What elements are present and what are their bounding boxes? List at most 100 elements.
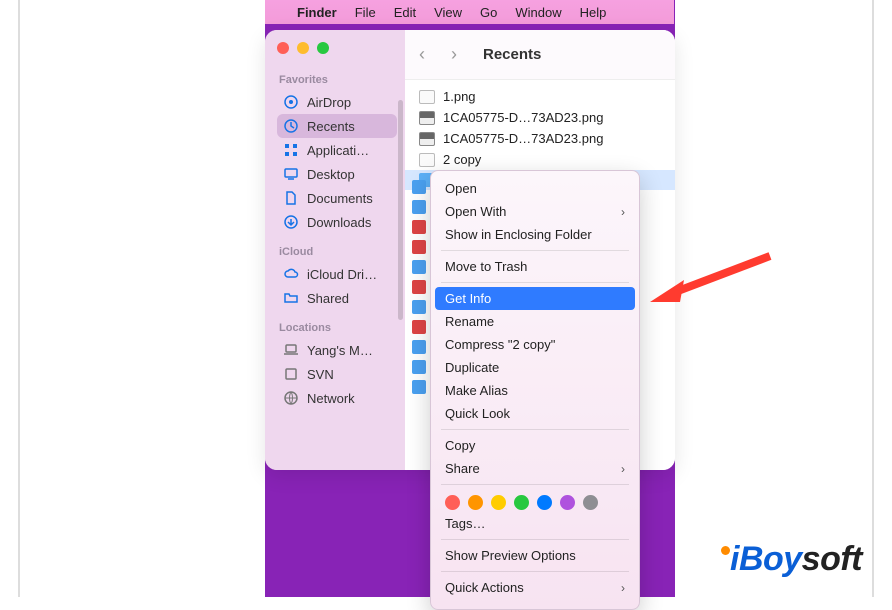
ctx-show-in-enclosing[interactable]: Show in Enclosing Folder [431,223,639,246]
tag-gray[interactable] [583,495,598,510]
fullscreen-button[interactable] [317,42,329,54]
separator [441,484,629,485]
menu-bar: Finder File Edit View Go Window Help [265,0,674,24]
ctx-duplicate[interactable]: Duplicate [431,356,639,379]
ctx-get-info[interactable]: Get Info [435,287,635,310]
doc-icon [283,190,299,206]
nav-back-button[interactable]: ‹ [419,44,437,65]
sidebar-item-label: Yang's M… [307,343,373,358]
tag-green[interactable] [514,495,529,510]
clock-icon [283,118,299,134]
chevron-right-icon: › [621,462,625,476]
file-row[interactable]: 2 copy [405,149,675,170]
ctx-tags[interactable]: Tags… [431,512,639,535]
file-row[interactable]: 1CA05775-D…73AD23.png [405,128,675,149]
sidebar-item-recents[interactable]: Recents [277,114,397,138]
close-button[interactable] [277,42,289,54]
sidebar-section-favorites: Favorites [279,74,397,86]
menu-help[interactable]: Help [580,5,607,20]
tag-purple[interactable] [560,495,575,510]
sidebar-item-svn[interactable]: SVN [277,362,397,386]
sidebar-item-icloud-drive[interactable]: iCloud Dri… [277,262,397,286]
sidebar-scrollbar[interactable] [398,100,403,320]
toolbar: ‹ › Recents [405,30,675,80]
sidebar-item-label: Applicati… [307,143,369,158]
tag-blue[interactable] [537,495,552,510]
file-icon [419,132,435,146]
ctx-compress[interactable]: Compress "2 copy" [431,333,639,356]
file-name: 1CA05775-D…73AD23.png [443,110,603,125]
file-name: 1.png [443,89,476,104]
ctx-open-with[interactable]: Open With› [431,200,639,223]
sidebar-item-network[interactable]: Network [277,386,397,410]
separator [441,571,629,572]
ctx-quick-actions[interactable]: Quick Actions› [431,576,639,599]
sidebar-item-desktop[interactable]: Desktop [277,162,397,186]
nav-forward-button[interactable]: › [451,44,469,65]
file-name: 1CA05775-D…73AD23.png [443,131,603,146]
sidebar-item-label: Desktop [307,167,355,182]
ctx-rename[interactable]: Rename [431,310,639,333]
sidebar-item-downloads[interactable]: Downloads [277,210,397,234]
airdrop-icon [283,94,299,110]
file-name: 2 copy [443,152,481,167]
download-icon [283,214,299,230]
logo-dot-icon [721,546,730,555]
tag-orange[interactable] [468,495,483,510]
window-title: Recents [483,46,541,63]
sidebar-item-label: Recents [307,119,355,134]
app-menu[interactable]: Finder [297,5,337,20]
sidebar-item-applications[interactable]: Applicati… [277,138,397,162]
ctx-open[interactable]: Open [431,177,639,200]
file-row[interactable]: 1CA05775-D…73AD23.png [405,107,675,128]
sidebar-item-label: AirDrop [307,95,351,110]
ctx-tag-colors [431,489,639,512]
tag-yellow[interactable] [491,495,506,510]
ctx-copy[interactable]: Copy [431,434,639,457]
sidebar-item-this-mac[interactable]: Yang's M… [277,338,397,362]
sidebar-section-icloud: iCloud [279,246,397,258]
ctx-move-to-trash[interactable]: Move to Trash [431,255,639,278]
ctx-quick-look[interactable]: Quick Look [431,402,639,425]
tag-red[interactable] [445,495,460,510]
minimize-button[interactable] [297,42,309,54]
sidebar-item-label: Downloads [307,215,371,230]
sidebar-item-label: iCloud Dri… [307,267,377,282]
sidebar-item-label: Network [307,391,355,406]
sidebar: Favorites AirDrop Recents Applicati… Des… [265,30,405,470]
sidebar-item-documents[interactable]: Documents [277,186,397,210]
separator [441,282,629,283]
logo-text: soft [802,540,862,579]
sidebar-section-locations: Locations [279,322,397,334]
chevron-right-icon: › [621,205,625,219]
sidebar-item-shared[interactable]: Shared [277,286,397,310]
sidebar-item-label: Documents [307,191,373,206]
folder-icon [283,290,299,306]
context-menu: Open Open With› Show in Enclosing Folder… [430,170,640,610]
logo-text: i [730,540,739,579]
separator [441,429,629,430]
separator [441,539,629,540]
ctx-share[interactable]: Share› [431,457,639,480]
file-icon [419,153,435,167]
sidebar-item-label: Shared [307,291,349,306]
laptop-icon [283,342,299,358]
ctx-make-alias[interactable]: Make Alias [431,379,639,402]
file-icon [419,111,435,125]
file-row[interactable]: 1.png [405,86,675,107]
sidebar-item-label: SVN [307,367,334,382]
cloud-icon [283,266,299,282]
logo-text: Boy [739,540,802,579]
globe-icon [283,390,299,406]
menu-view[interactable]: View [434,5,462,20]
menu-go[interactable]: Go [480,5,497,20]
menu-file[interactable]: File [355,5,376,20]
desktop-icon [283,166,299,182]
menu-edit[interactable]: Edit [394,5,416,20]
chevron-right-icon: › [621,581,625,595]
sidebar-item-airdrop[interactable]: AirDrop [277,90,397,114]
file-icon [419,90,435,104]
separator [441,250,629,251]
menu-window[interactable]: Window [515,5,561,20]
ctx-show-preview-options[interactable]: Show Preview Options [431,544,639,567]
